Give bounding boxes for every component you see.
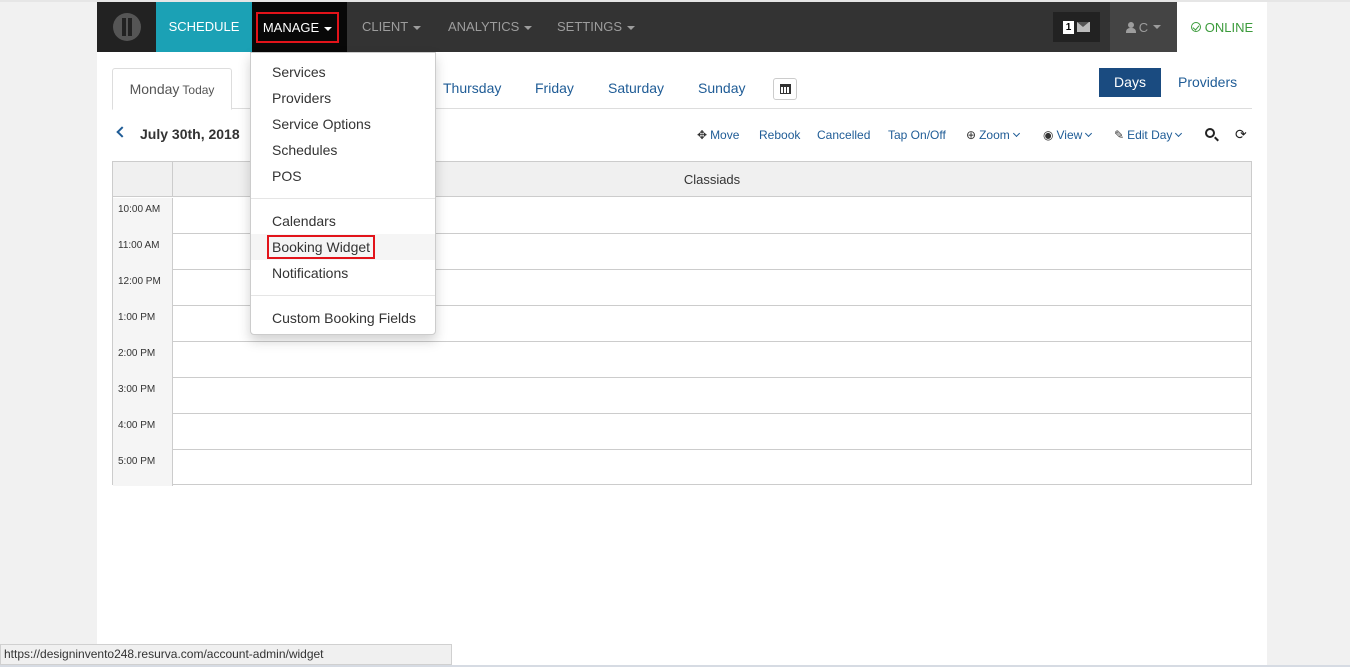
menu-divider xyxy=(251,198,435,199)
caret-down-icon xyxy=(524,25,533,30)
tab-saturday[interactable]: Saturday xyxy=(608,68,664,109)
chevron-down-icon xyxy=(1085,129,1093,138)
time-label: 3:00 PM xyxy=(113,378,173,414)
menu-divider xyxy=(251,295,435,296)
edit-day-label: Edit Day xyxy=(1127,128,1173,142)
user-menu[interactable]: C xyxy=(1110,2,1177,52)
time-label: 5:00 PM xyxy=(113,450,173,486)
calendar-icon xyxy=(780,84,791,94)
menu-item-services[interactable]: Services xyxy=(251,59,435,85)
booking-widget-highlight: Booking Widget xyxy=(267,235,376,259)
eye-icon: ◉ xyxy=(1043,128,1054,142)
nav-manage-label: MANAGE xyxy=(262,20,320,35)
check-circle-icon xyxy=(1190,22,1201,32)
top-navbar: SCHEDULE MANAGE CLIENT ANALYTICS SETTING… xyxy=(97,2,1267,52)
edit-day-dropdown[interactable]: ✎ Edit Day xyxy=(1114,128,1183,142)
time-slot-row[interactable]: 2:00 PM xyxy=(113,342,1251,378)
move-arrows-icon: ✥ xyxy=(697,128,708,142)
current-date: July 30th, 2018 xyxy=(140,126,240,142)
view-label: View xyxy=(1056,128,1083,142)
menu-item-providers[interactable]: Providers xyxy=(251,85,435,111)
nav-manage-highlight[interactable]: MANAGE xyxy=(256,12,339,43)
time-label: 4:00 PM xyxy=(113,414,173,450)
zoom-dropdown[interactable]: ⊕ Zoom xyxy=(966,128,1020,142)
grid-header-time-column xyxy=(113,162,173,197)
view-dropdown[interactable]: ◉ View xyxy=(1043,128,1093,142)
time-label: 10:00 AM xyxy=(113,198,173,234)
menu-item-custom-booking-fields[interactable]: Custom Booking Fields xyxy=(251,305,435,331)
tab-sunday[interactable]: Sunday xyxy=(698,68,745,109)
menu-item-schedules[interactable]: Schedules xyxy=(251,137,435,163)
caret-down-icon xyxy=(627,25,636,30)
time-label: 2:00 PM xyxy=(113,342,173,378)
chevron-down-icon xyxy=(1012,129,1020,138)
menu-item-pos[interactable]: POS xyxy=(251,163,435,189)
time-label: 1:00 PM xyxy=(113,306,173,342)
nav-analytics-label: ANALYTICS xyxy=(448,19,520,34)
zoom-label: Zoom xyxy=(979,128,1010,142)
tab-monday[interactable]: Monday Today xyxy=(112,68,232,110)
caret-down-icon xyxy=(324,26,333,31)
nav-settings-label: SETTINGS xyxy=(557,19,623,34)
user-initial: C xyxy=(1138,19,1149,35)
time-slot-row[interactable]: 3:00 PM xyxy=(113,378,1251,414)
caret-down-icon xyxy=(1153,25,1162,29)
browser-status-bar: https://designinvento248.resurva.com/acc… xyxy=(0,644,452,665)
tab-today-label: Today xyxy=(182,83,215,97)
calendar-picker-button[interactable] xyxy=(773,78,797,100)
online-status[interactable]: ONLINE xyxy=(1177,2,1267,52)
user-icon xyxy=(1125,21,1136,33)
manage-dropdown-menu: Services Providers Service Options Sched… xyxy=(250,52,436,335)
message-count-badge: 1 xyxy=(1062,20,1075,34)
menu-item-booking-widget[interactable]: Booking Widget xyxy=(251,234,435,260)
rebook-button[interactable]: Rebook xyxy=(759,128,800,142)
zoom-in-icon: ⊕ xyxy=(966,128,977,142)
menu-item-notifications[interactable]: Notifications xyxy=(251,260,435,286)
time-label: 12:00 PM xyxy=(113,270,173,306)
providers-view-button[interactable]: Providers xyxy=(1178,68,1237,97)
move-button[interactable]: ✥ Move xyxy=(697,128,739,142)
nav-settings[interactable]: SETTINGS xyxy=(557,2,636,52)
cancelled-button[interactable]: Cancelled xyxy=(817,128,870,142)
time-slot-row[interactable]: 5:00 PM xyxy=(113,450,1251,486)
online-label: ONLINE xyxy=(1204,19,1254,35)
nav-analytics[interactable]: ANALYTICS xyxy=(448,2,533,52)
move-label: Move xyxy=(710,128,740,142)
nav-schedule-label: SCHEDULE xyxy=(168,19,240,34)
refresh-icon[interactable]: ⟳ xyxy=(1235,126,1247,143)
menu-item-service-options[interactable]: Service Options xyxy=(251,111,435,137)
time-label: 11:00 AM xyxy=(113,234,173,270)
nav-schedule[interactable]: SCHEDULE xyxy=(156,2,252,52)
chevron-down-icon xyxy=(1175,129,1183,138)
days-view-button[interactable]: Days xyxy=(1099,68,1161,97)
tab-friday[interactable]: Friday xyxy=(535,68,574,109)
previous-day-chevron-icon[interactable] xyxy=(116,126,128,138)
logo-icon xyxy=(112,13,141,41)
nav-client[interactable]: CLIENT xyxy=(362,2,422,52)
brand-logo[interactable] xyxy=(97,2,156,52)
tap-toggle-button[interactable]: Tap On/Off xyxy=(888,128,946,142)
tab-monday-label: Monday xyxy=(129,81,180,97)
messages-button[interactable]: 1 xyxy=(1053,12,1100,42)
caret-down-icon xyxy=(413,25,422,30)
search-icon[interactable] xyxy=(1205,128,1215,138)
tab-thursday[interactable]: Thursday xyxy=(443,68,501,109)
status-url: https://designinvento248.resurva.com/acc… xyxy=(4,647,324,661)
menu-item-calendars[interactable]: Calendars xyxy=(251,208,435,234)
time-slot-row[interactable]: 4:00 PM xyxy=(113,414,1251,450)
pencil-icon: ✎ xyxy=(1114,128,1125,142)
nav-manage[interactable]: MANAGE xyxy=(252,2,347,52)
envelope-icon xyxy=(1077,22,1091,32)
nav-client-label: CLIENT xyxy=(362,19,409,34)
